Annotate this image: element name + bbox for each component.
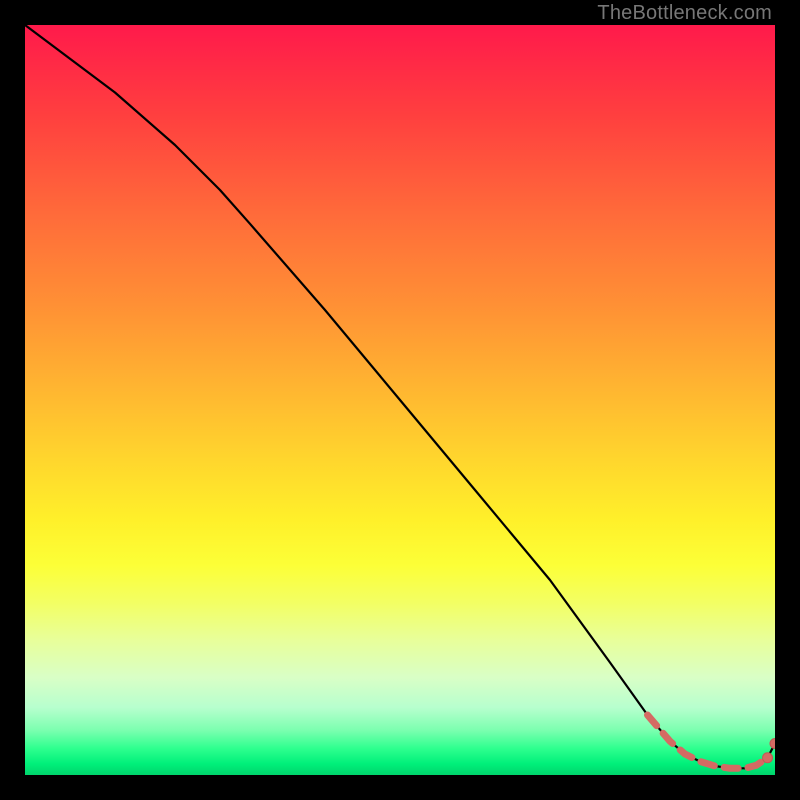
tail-marker-2 [770,739,775,749]
tail-marker-1 [763,753,773,763]
chart-overlay-svg [25,25,775,775]
flat-tail-dashes [648,715,768,768]
watermark-text: TheBottleneck.com [597,2,772,25]
bottleneck-curve [25,25,775,768]
chart-stage: TheBottleneck.com [0,0,800,800]
gradient-plot-area [25,25,775,775]
